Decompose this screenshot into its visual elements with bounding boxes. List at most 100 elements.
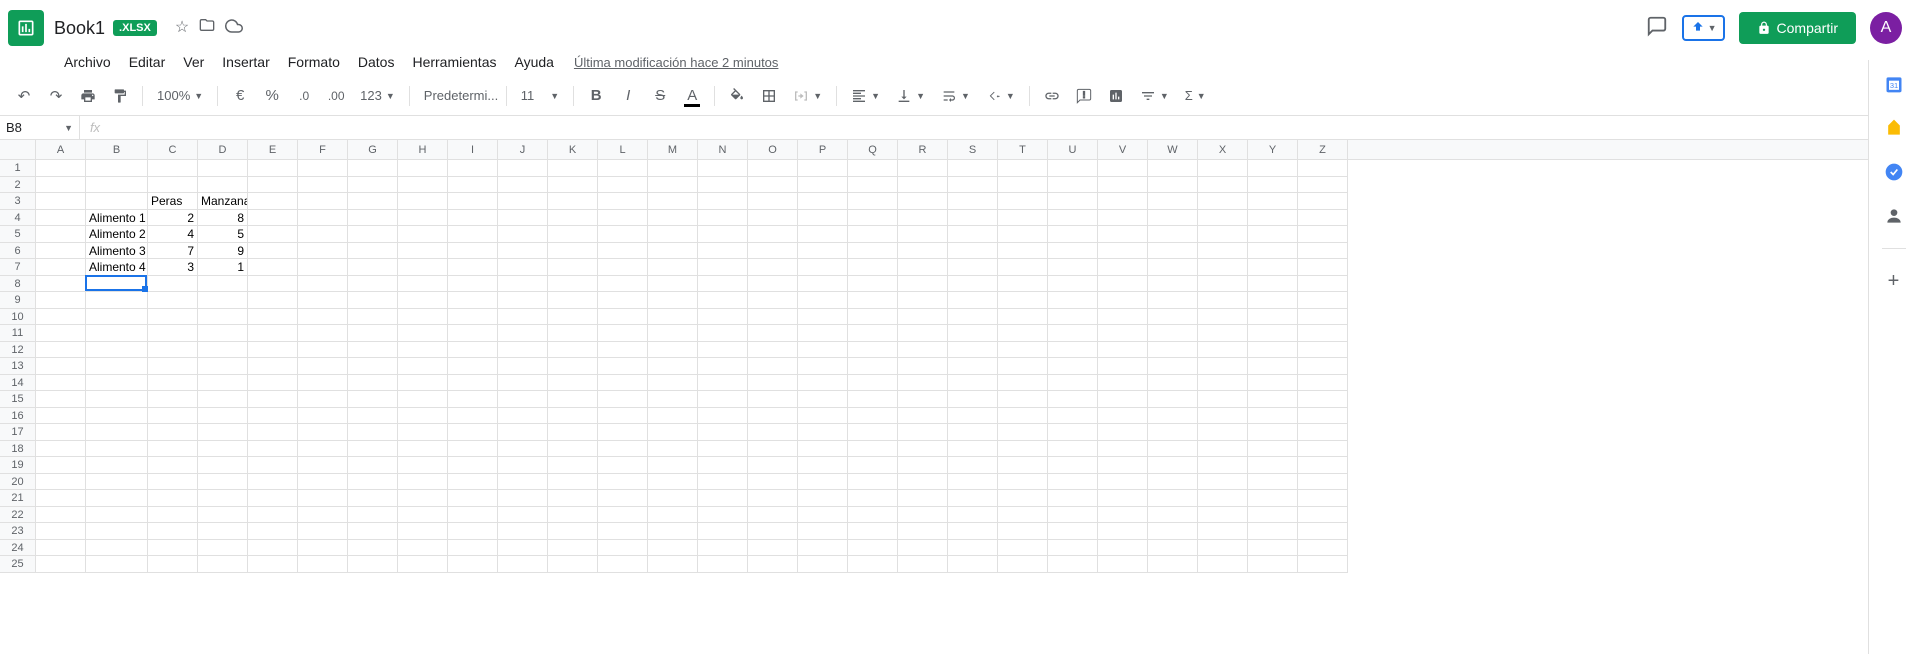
cell-q21[interactable]: [848, 490, 898, 507]
cells-area[interactable]: PerasManzanasAlimento 128Alimento 245Ali…: [36, 160, 1348, 573]
cell-s15[interactable]: [948, 391, 998, 408]
cell-l17[interactable]: [598, 424, 648, 441]
cell-r2[interactable]: [898, 177, 948, 194]
cell-k15[interactable]: [548, 391, 598, 408]
bold-icon[interactable]: B: [582, 82, 610, 110]
cell-d15[interactable]: [198, 391, 248, 408]
cell-y16[interactable]: [1248, 408, 1298, 425]
cell-z25[interactable]: [1298, 556, 1348, 573]
cell-i12[interactable]: [448, 342, 498, 359]
cell-n19[interactable]: [698, 457, 748, 474]
cell-d5[interactable]: 5: [198, 226, 248, 243]
cell-e14[interactable]: [248, 375, 298, 392]
cell-e7[interactable]: [248, 259, 298, 276]
cell-u23[interactable]: [1048, 523, 1098, 540]
cell-a19[interactable]: [36, 457, 86, 474]
cell-q19[interactable]: [848, 457, 898, 474]
column-header-k[interactable]: K: [548, 140, 598, 159]
cell-w14[interactable]: [1148, 375, 1198, 392]
cell-i14[interactable]: [448, 375, 498, 392]
cell-z15[interactable]: [1298, 391, 1348, 408]
cell-d19[interactable]: [198, 457, 248, 474]
cell-r4[interactable]: [898, 210, 948, 227]
cell-e10[interactable]: [248, 309, 298, 326]
column-header-o[interactable]: O: [748, 140, 798, 159]
cell-t6[interactable]: [998, 243, 1048, 260]
cell-b12[interactable]: [86, 342, 148, 359]
cell-c1[interactable]: [148, 160, 198, 177]
present-icon[interactable]: ▼: [1682, 15, 1725, 41]
cell-h5[interactable]: [398, 226, 448, 243]
cell-y14[interactable]: [1248, 375, 1298, 392]
cell-s17[interactable]: [948, 424, 998, 441]
cell-t21[interactable]: [998, 490, 1048, 507]
cell-g1[interactable]: [348, 160, 398, 177]
cell-f5[interactable]: [298, 226, 348, 243]
cell-j2[interactable]: [498, 177, 548, 194]
cell-b3[interactable]: [86, 193, 148, 210]
cell-c11[interactable]: [148, 325, 198, 342]
cell-p4[interactable]: [798, 210, 848, 227]
cell-q20[interactable]: [848, 474, 898, 491]
cell-c2[interactable]: [148, 177, 198, 194]
cloud-icon[interactable]: [225, 17, 243, 40]
cell-n7[interactable]: [698, 259, 748, 276]
cell-m22[interactable]: [648, 507, 698, 524]
cell-z14[interactable]: [1298, 375, 1348, 392]
cell-k10[interactable]: [548, 309, 598, 326]
cell-h7[interactable]: [398, 259, 448, 276]
sheets-logo[interactable]: [8, 10, 44, 46]
cell-m5[interactable]: [648, 226, 698, 243]
cell-g20[interactable]: [348, 474, 398, 491]
cell-p11[interactable]: [798, 325, 848, 342]
cell-l19[interactable]: [598, 457, 648, 474]
cell-l21[interactable]: [598, 490, 648, 507]
cell-r9[interactable]: [898, 292, 948, 309]
cell-g2[interactable]: [348, 177, 398, 194]
cell-y3[interactable]: [1248, 193, 1298, 210]
filter-dropdown[interactable]: ▼: [1134, 82, 1175, 110]
cell-l18[interactable]: [598, 441, 648, 458]
cell-u12[interactable]: [1048, 342, 1098, 359]
contacts-icon[interactable]: [1882, 204, 1906, 228]
cell-m2[interactable]: [648, 177, 698, 194]
cell-c14[interactable]: [148, 375, 198, 392]
cell-l10[interactable]: [598, 309, 648, 326]
cell-f12[interactable]: [298, 342, 348, 359]
cell-m6[interactable]: [648, 243, 698, 260]
cell-s9[interactable]: [948, 292, 998, 309]
cell-p10[interactable]: [798, 309, 848, 326]
cell-p17[interactable]: [798, 424, 848, 441]
cell-w6[interactable]: [1148, 243, 1198, 260]
column-header-z[interactable]: Z: [1298, 140, 1348, 159]
cell-q24[interactable]: [848, 540, 898, 557]
cell-w1[interactable]: [1148, 160, 1198, 177]
cell-j24[interactable]: [498, 540, 548, 557]
column-header-i[interactable]: I: [448, 140, 498, 159]
row-header-4[interactable]: 4: [0, 210, 35, 227]
cell-p14[interactable]: [798, 375, 848, 392]
cell-y9[interactable]: [1248, 292, 1298, 309]
cell-z2[interactable]: [1298, 177, 1348, 194]
cell-l25[interactable]: [598, 556, 648, 573]
column-header-n[interactable]: N: [698, 140, 748, 159]
cell-c6[interactable]: 7: [148, 243, 198, 260]
cell-e23[interactable]: [248, 523, 298, 540]
cell-l4[interactable]: [598, 210, 648, 227]
column-header-g[interactable]: G: [348, 140, 398, 159]
cell-c23[interactable]: [148, 523, 198, 540]
cell-n23[interactable]: [698, 523, 748, 540]
cell-m12[interactable]: [648, 342, 698, 359]
cell-h6[interactable]: [398, 243, 448, 260]
cell-y25[interactable]: [1248, 556, 1298, 573]
cell-r22[interactable]: [898, 507, 948, 524]
cell-u1[interactable]: [1048, 160, 1098, 177]
cell-r11[interactable]: [898, 325, 948, 342]
cell-k12[interactable]: [548, 342, 598, 359]
cell-x17[interactable]: [1198, 424, 1248, 441]
column-header-w[interactable]: W: [1148, 140, 1198, 159]
cell-l2[interactable]: [598, 177, 648, 194]
cell-a13[interactable]: [36, 358, 86, 375]
cell-o24[interactable]: [748, 540, 798, 557]
cell-l15[interactable]: [598, 391, 648, 408]
